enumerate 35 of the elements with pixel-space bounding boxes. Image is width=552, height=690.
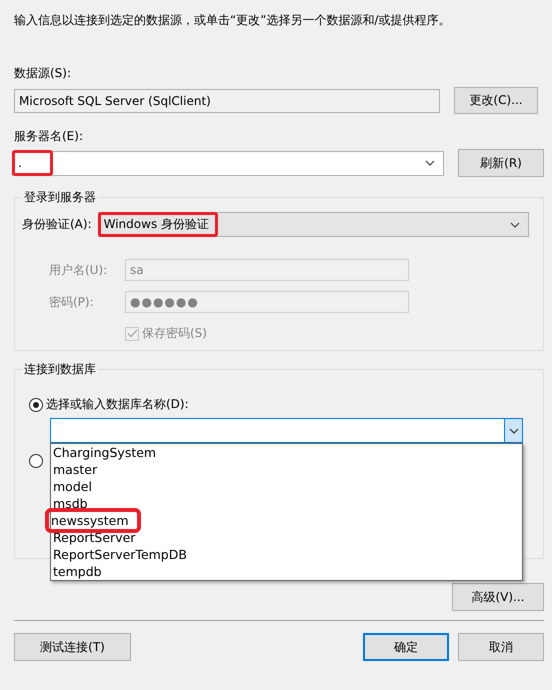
chevron-down-icon xyxy=(510,222,520,228)
field-label: 用户名(U): xyxy=(48,262,108,278)
field-label: 身份验证(A): xyxy=(22,216,92,233)
chevron-down-icon xyxy=(508,428,518,434)
auth-value: Windows 身份验证 xyxy=(98,212,218,237)
chevron-down-icon xyxy=(425,160,435,166)
list-item[interactable]: ReportServer xyxy=(51,529,136,546)
list-item[interactable]: master xyxy=(51,461,98,478)
checkbox-label: 保存密码(S) xyxy=(142,325,207,342)
advanced-button[interactable]: 高级(V)... xyxy=(452,583,544,611)
auth-combo[interactable]: Windows 身份验证 xyxy=(98,212,529,237)
radio-button[interactable] xyxy=(29,454,43,468)
group-title: 登录到服务器 xyxy=(23,189,97,206)
server-value: . xyxy=(12,150,53,176)
change-button[interactable]: 更改(C)... xyxy=(454,87,538,114)
dialog-button[interactable]: 测试连接(T) xyxy=(14,633,131,661)
group-title: 连接到数据库 xyxy=(23,361,97,378)
list-item[interactable]: msdb xyxy=(51,495,88,512)
radio-label: 选择或输入数据库名称(D): xyxy=(46,396,189,413)
list-item[interactable]: tempdb xyxy=(51,563,102,580)
radio-button[interactable] xyxy=(29,398,43,412)
database-combo[interactable] xyxy=(50,418,523,443)
instruction-text: 输入信息以连接到选定的数据源，或单击“更改”选择另一个数据源和/或提供程序。 xyxy=(14,12,452,29)
field-label: 服务器名(E): xyxy=(14,128,84,145)
dialog-button[interactable]: 取消 xyxy=(458,633,544,661)
field-label: 数据源(S): xyxy=(14,65,72,82)
server-combo[interactable]: . xyxy=(12,150,444,176)
list-item[interactable]: ReportServerTempDB xyxy=(51,546,187,563)
refresh-button[interactable]: 刷新(R) xyxy=(458,149,544,177)
dropdown-button[interactable] xyxy=(504,419,522,442)
field-label: 密码(P): xyxy=(48,294,95,310)
data-source-field: Microsoft SQL Server (SqlClient) xyxy=(14,88,440,112)
list-item[interactable]: model xyxy=(51,478,92,495)
dialog-button[interactable]: 确定 xyxy=(363,633,449,661)
list-item[interactable]: ChargingSystem xyxy=(51,444,156,461)
